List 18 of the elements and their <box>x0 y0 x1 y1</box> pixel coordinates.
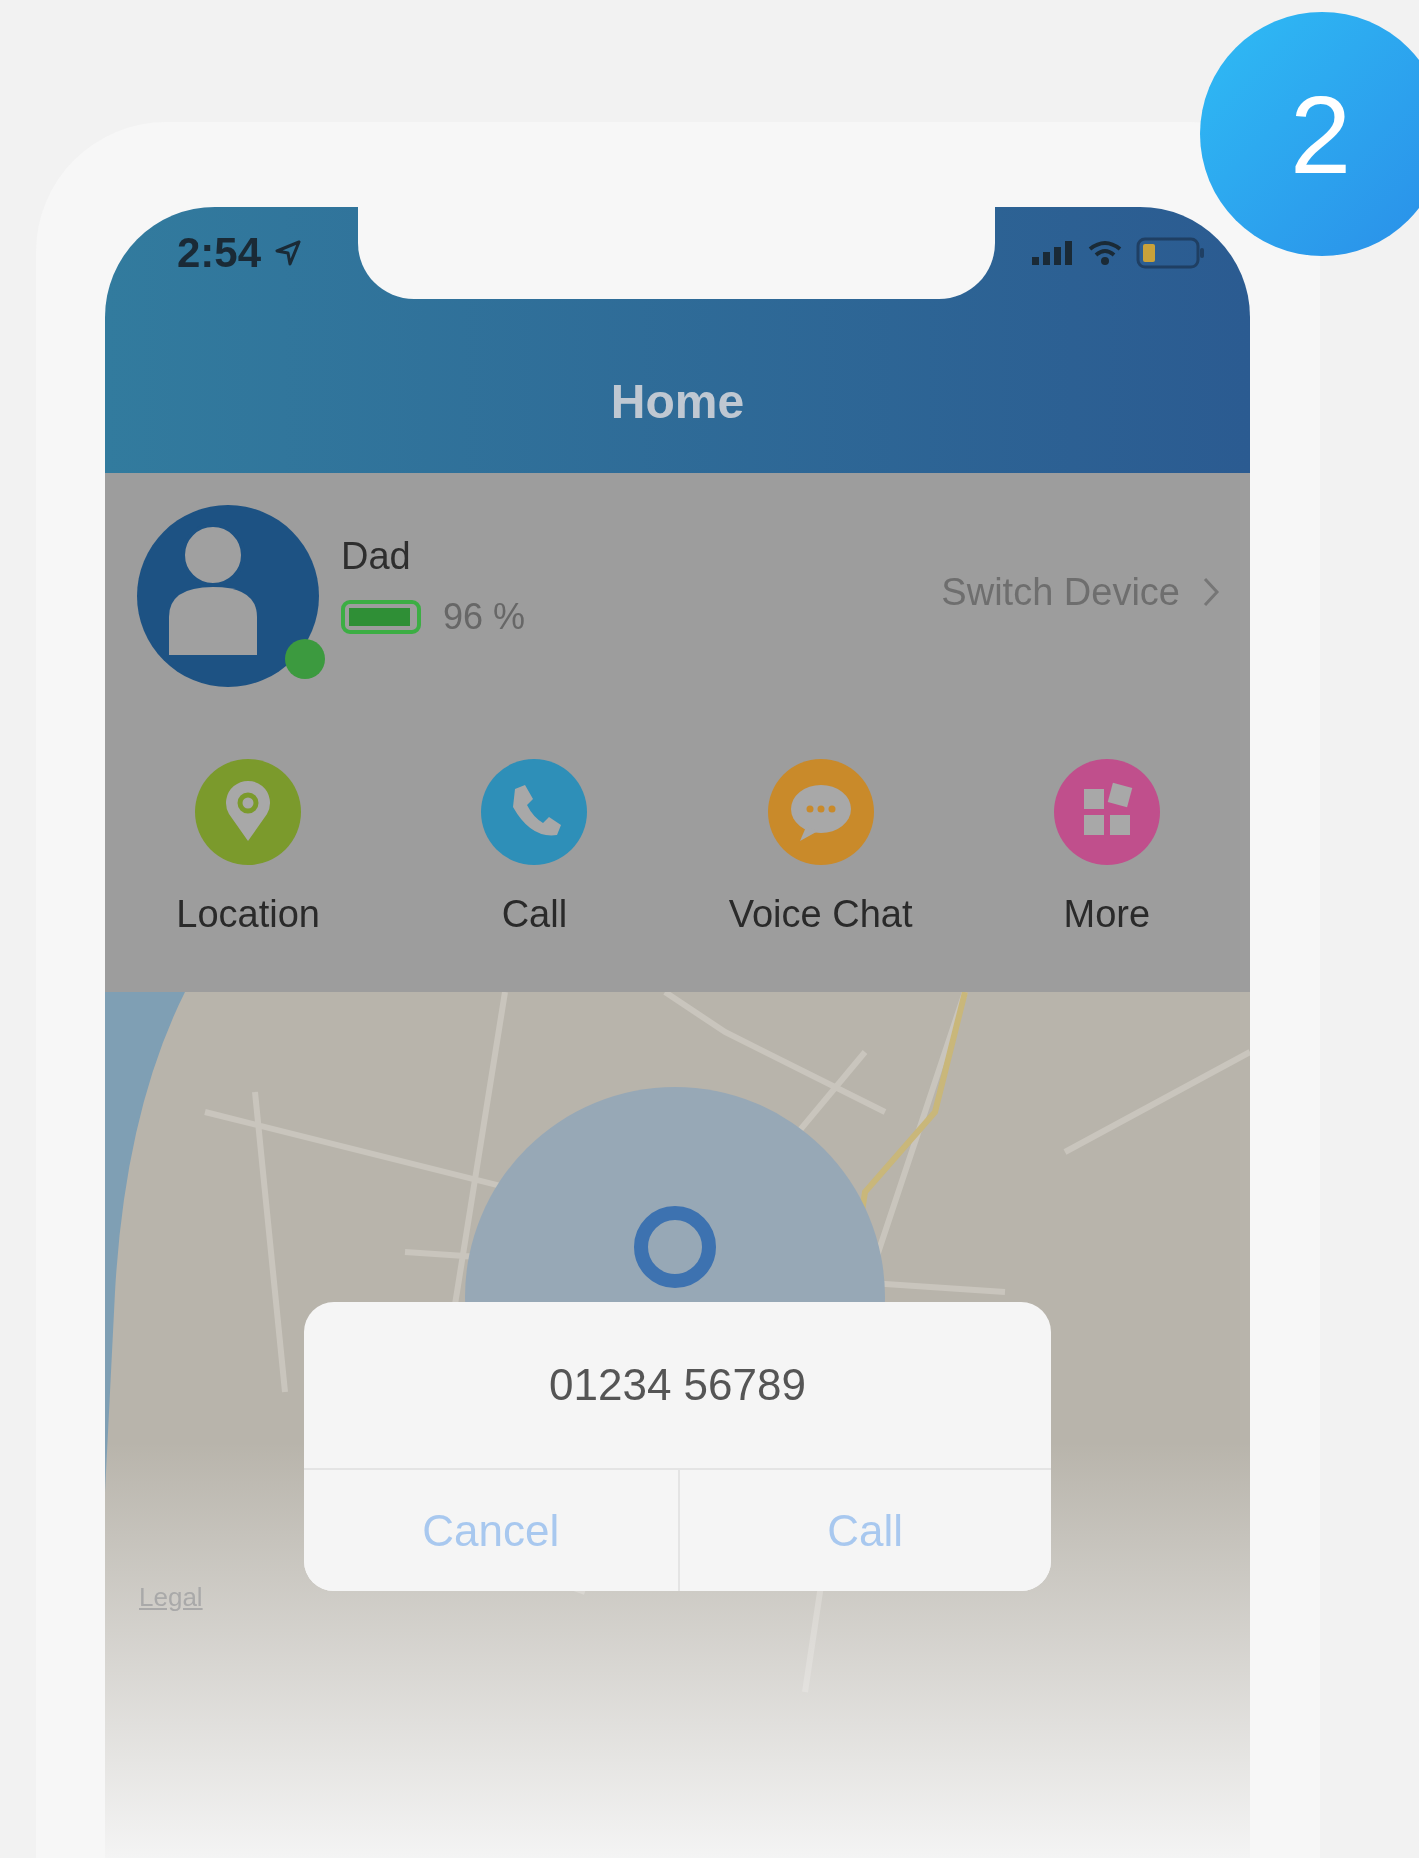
battery-icon <box>1136 237 1206 269</box>
grid-icon[interactable] <box>1053 759 1160 865</box>
step-badge: 2 <box>1200 12 1419 256</box>
location-arrow-icon <box>275 240 302 266</box>
action-label[interactable]: Location <box>176 893 320 936</box>
signal-icon <box>1032 241 1074 265</box>
action-label[interactable]: Voice Chat <box>728 893 913 936</box>
device-name: Dad <box>341 534 412 578</box>
status-time: 2:54 <box>177 229 262 277</box>
action-label[interactable]: More <box>1063 893 1151 936</box>
action-label[interactable]: Call <box>501 893 568 936</box>
phone-icon[interactable] <box>481 759 588 865</box>
map-pin-icon[interactable] <box>195 759 302 865</box>
chevron-right-icon <box>1202 576 1220 608</box>
screen-title: Home <box>609 373 746 430</box>
chat-bubble-icon[interactable] <box>767 759 874 865</box>
avatar-icon <box>137 505 319 687</box>
wifi-icon <box>1088 240 1122 266</box>
